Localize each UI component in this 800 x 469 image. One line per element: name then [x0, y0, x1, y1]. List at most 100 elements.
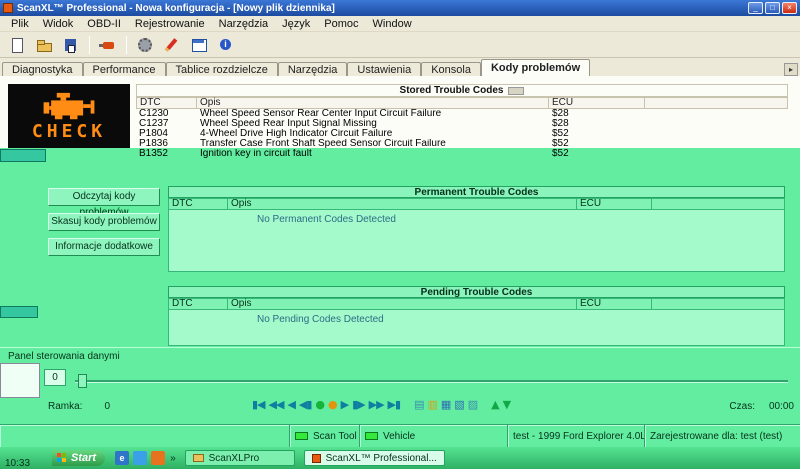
toolbar-button[interactable] — [214, 34, 238, 56]
vehicle-label: Vehicle — [383, 431, 415, 442]
fast-rewind-icon[interactable]: ◀◀ — [269, 398, 284, 412]
table-row[interactable]: P1804 4-Wheel Drive High Indicator Circu… — [136, 129, 788, 139]
quick-launch-overflow[interactable]: » — [170, 453, 176, 464]
column-header-opis[interactable]: Opis — [197, 97, 549, 109]
media-player-icon[interactable] — [151, 451, 165, 465]
column-header-dtc[interactable]: DTC — [136, 97, 197, 109]
stored-codes-header: Stored Trouble Codes — [136, 84, 788, 97]
folder-icon — [193, 454, 204, 462]
show-desktop-icon[interactable] — [133, 451, 147, 465]
toolbar-button[interactable] — [32, 34, 56, 56]
fast-forward-icon[interactable]: ▶▶ — [369, 398, 384, 412]
toolbar-button[interactable] — [5, 34, 29, 56]
step-back-icon[interactable]: ◀ — [287, 398, 294, 412]
vehicle-info: test - 1999 Ford Explorer 4.0L SOHC — [513, 431, 644, 442]
column-header-ecu[interactable]: ECU — [577, 298, 652, 310]
menu-obd-ii[interactable]: OBD-II — [80, 18, 128, 30]
tab-diagnostyka[interactable]: Diagnostyka — [2, 62, 83, 76]
menu-narzedzia[interactable]: Narzędzia — [212, 18, 276, 30]
status-segment-scan-tool: Scan Tool — [290, 425, 360, 447]
app-icon — [3, 3, 13, 13]
additional-info-button[interactable]: Informacje dodatkowe — [48, 238, 160, 256]
vehicle-led — [365, 432, 378, 440]
minimize-button[interactable]: _ — [748, 2, 763, 14]
download-icon[interactable]: ▼ — [503, 398, 510, 412]
status-segment-vehicle-info: test - 1999 Ford Explorer 4.0L SOHC — [508, 425, 645, 447]
taskbar-button-scanxl-professional[interactable]: ScanXL™ Professional... — [304, 450, 445, 466]
taskbar-button-label: ScanXL™ Professional... — [326, 453, 437, 464]
table-row[interactable]: B1352 Ignition key in circuit fault $52 — [136, 149, 788, 159]
menu-widok[interactable]: Widok — [36, 18, 81, 30]
clear-codes-button[interactable]: Skasuj kody problemów — [48, 213, 160, 231]
export-log-icon[interactable]: ▧ — [454, 398, 463, 412]
toolbar-button[interactable] — [96, 34, 120, 56]
new-file-icon — [8, 37, 26, 53]
ecu-cell: $52 — [549, 149, 645, 159]
column-header-ecu[interactable]: ECU — [577, 198, 652, 210]
table-row[interactable]: C1230 Wheel Speed Sensor Rear Center Inp… — [136, 109, 788, 119]
frame-label: Ramka: — [48, 401, 82, 412]
column-header-opis[interactable]: Opis — [228, 198, 577, 210]
column-header-opis[interactable]: Opis — [228, 298, 577, 310]
tab-scroll-right-icon[interactable]: ▸ — [784, 63, 798, 76]
menu-jezyk[interactable]: Język — [275, 18, 317, 30]
pause-icon[interactable]: ● — [328, 398, 337, 412]
header-widget — [508, 87, 524, 95]
taskbar-button-scanxlpro[interactable]: ScanXLPro — [185, 450, 295, 466]
registration-info: Zarejestrowane dla: test (test) — [650, 431, 782, 442]
tab-narzedzia[interactable]: Narzędzia — [278, 62, 348, 76]
pending-codes-body: No Pending Codes Detected — [168, 310, 785, 346]
slider-thumb[interactable] — [78, 374, 87, 388]
toolbar-button[interactable] — [187, 34, 211, 56]
menu-window[interactable]: Window — [366, 18, 419, 30]
open-log-icon[interactable]: ▥ — [427, 398, 436, 412]
skip-to-end-icon[interactable]: ▶▮ — [388, 398, 401, 412]
background-window-fragment — [0, 306, 38, 318]
play-reverse-icon[interactable]: ◀▮ — [299, 398, 312, 412]
pending-column-headers: DTC Opis ECU — [168, 298, 785, 310]
tab-tablice-rozdzielcze[interactable]: Tablice rozdzielcze — [166, 62, 278, 76]
column-header-dtc[interactable]: DTC — [168, 198, 228, 210]
column-header-ecu[interactable]: ECU — [549, 97, 645, 109]
menu-rejestrowanie[interactable]: Rejestrowanie — [128, 18, 212, 30]
toolbar-button[interactable] — [160, 34, 184, 56]
play-icon[interactable]: ▮▶ — [352, 398, 365, 412]
status-segment-vehicle: Vehicle — [360, 425, 508, 447]
toolbar-button[interactable] — [133, 34, 157, 56]
tab-performance[interactable]: Performance — [83, 62, 166, 76]
print-log-icon[interactable]: ▨ — [468, 398, 477, 412]
tab-konsola[interactable]: Konsola — [421, 62, 481, 76]
read-codes-button[interactable]: Odczytaj kody problemów — [48, 188, 160, 206]
maximize-button[interactable]: □ — [765, 2, 780, 14]
permanent-codes-section: Permanent Trouble Codes DTC Opis ECU No … — [168, 186, 785, 272]
record-icon[interactable]: ● — [315, 398, 324, 412]
menu-plik[interactable]: Plik — [4, 18, 36, 30]
menu-pomoc[interactable]: Pomoc — [317, 18, 365, 30]
scan-tool-label: Scan Tool — [313, 431, 357, 442]
save-log-icon[interactable]: ▦ — [441, 398, 450, 412]
step-forward-icon[interactable]: ▶ — [341, 398, 348, 412]
column-header-dtc[interactable]: DTC — [168, 298, 228, 310]
pending-codes-title: Pending Trouble Codes — [168, 286, 785, 298]
record-icon — [163, 37, 181, 53]
table-row[interactable]: P1836 Transfer Case Front Shaft Speed Se… — [136, 139, 788, 149]
close-button[interactable]: × — [782, 2, 797, 14]
tab-kody-problemow[interactable]: Kody problemów — [481, 59, 590, 76]
pending-empty-message: No Pending Codes Detected — [257, 314, 384, 325]
windows-flag-icon — [57, 453, 67, 463]
background-window-fragment — [0, 363, 40, 398]
connect-icon — [99, 37, 117, 53]
tab-ustawienia[interactable]: Ustawienia — [347, 62, 421, 76]
upload-icon[interactable]: ▲ — [491, 398, 498, 412]
ie-icon[interactable]: e — [115, 451, 129, 465]
new-log-icon[interactable]: ▤ — [414, 398, 423, 412]
start-button[interactable]: Start — [52, 450, 105, 466]
ecu-cell: $28 — [549, 109, 645, 119]
timeline-slider[interactable] — [75, 380, 788, 383]
opis-cell: Wheel Speed Rear Input Signal Missing — [197, 119, 549, 129]
toolbar-button[interactable] — [59, 34, 83, 56]
time-label: Czas: — [729, 401, 755, 412]
skip-to-start-icon[interactable]: ▮◀ — [252, 398, 265, 412]
table-row[interactable]: C1237 Wheel Speed Rear Input Signal Miss… — [136, 119, 788, 129]
opis-cell: Ignition key in circuit fault — [197, 149, 549, 159]
